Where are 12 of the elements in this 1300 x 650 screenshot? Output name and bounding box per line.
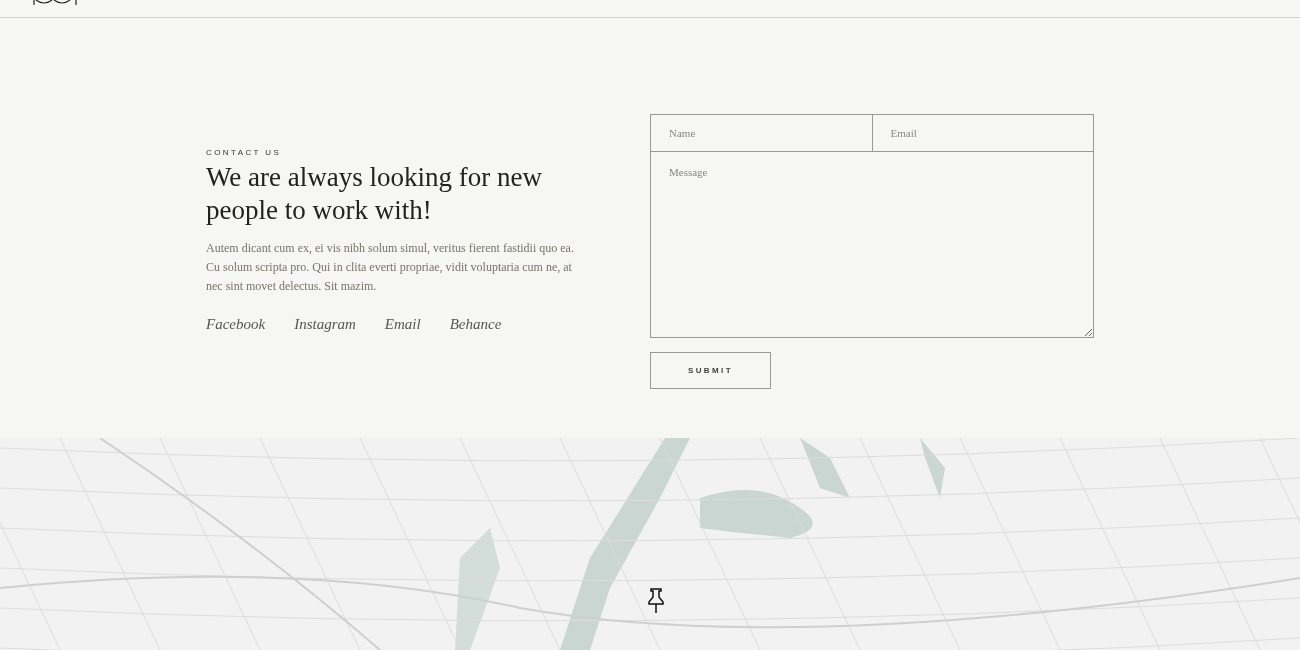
- message-field[interactable]: Message: [650, 152, 1094, 338]
- pushpin-icon: [646, 588, 666, 614]
- submit-button[interactable]: SUBMIT: [650, 352, 771, 389]
- social-link[interactable]: Facebook: [206, 316, 266, 333]
- social-link[interactable]: Behance: [449, 316, 502, 333]
- heading: We are always looking for new people to work with!: [206, 161, 543, 227]
- input-field[interactable]: Name: [650, 114, 873, 152]
- social-link[interactable]: Instagram: [294, 316, 356, 333]
- section-label: CONTACT US: [206, 148, 283, 157]
- body-text: Autem dicant cum ex, ei vis nibh solum simul, veritus fierent fastidii quo ea. Cu solum scripta pro. Qui in clita everti propriae, vidit voluptaria cum ne, at nec sint movet delectus. Sit mazim.: [206, 240, 575, 295]
- social-link[interactable]: Email: [384, 316, 421, 333]
- input-field[interactable]: Email: [872, 114, 1094, 152]
